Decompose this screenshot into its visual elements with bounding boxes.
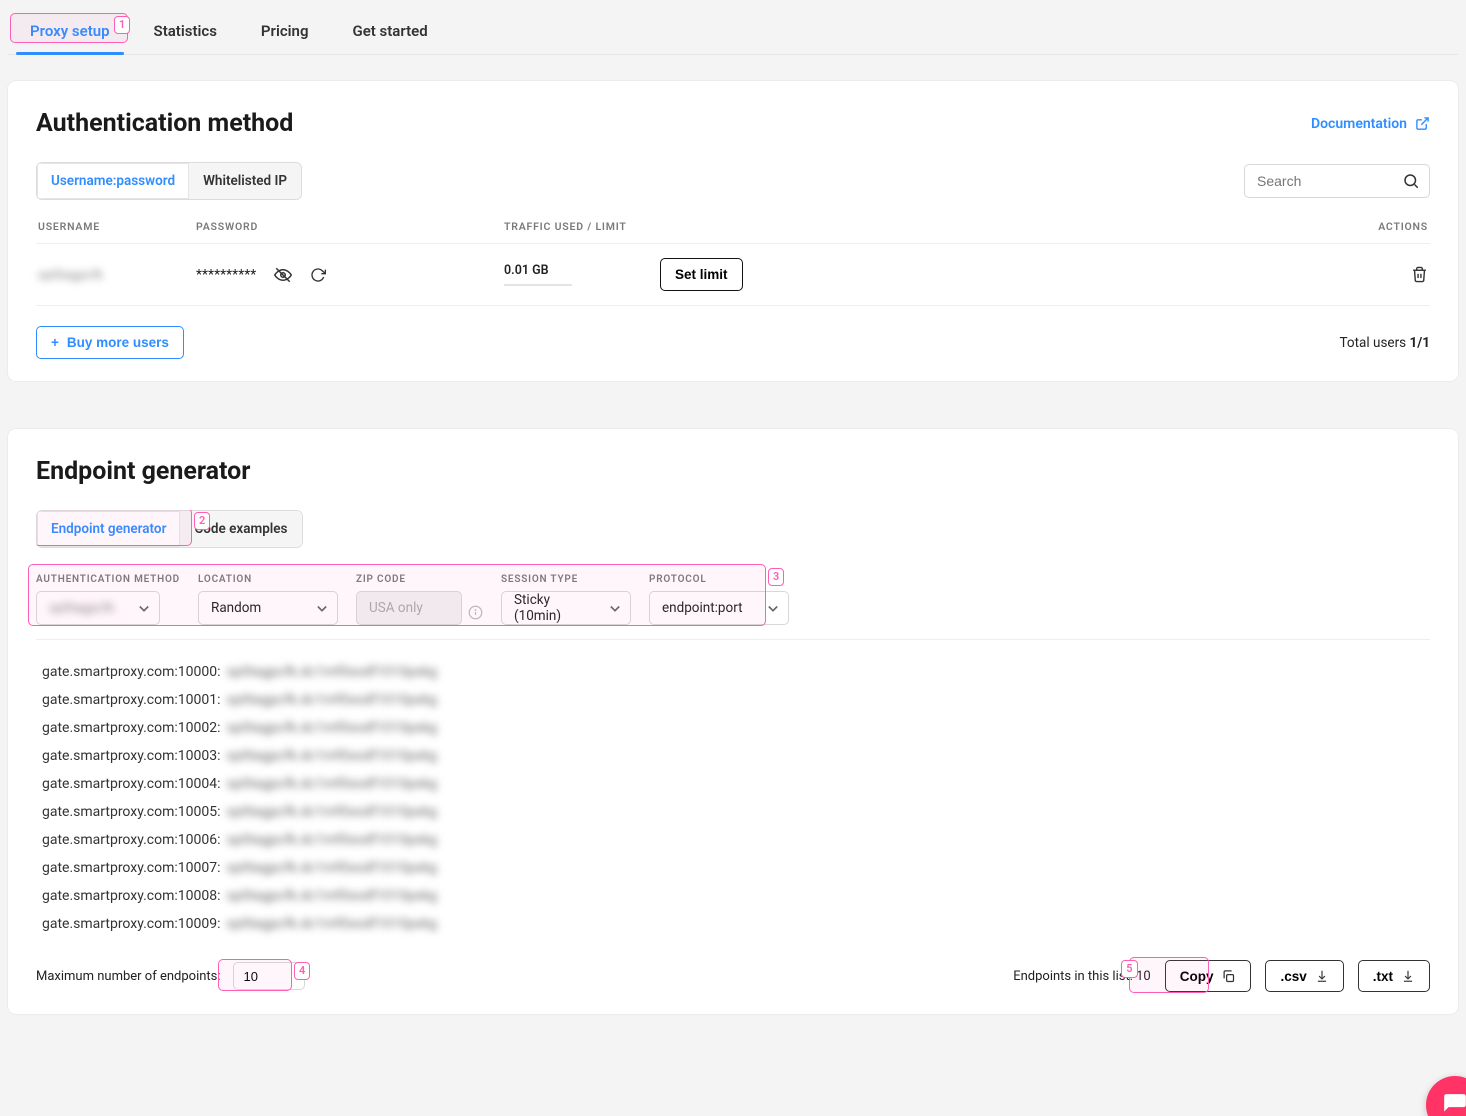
tab-get-started[interactable]: Get started [344,8,435,54]
endpoint-host: gate.smartproxy.com:10006: [42,832,221,848]
endpoint-row: gate.smartproxy.com:10004: sp0tagpcfk.dc1… [42,770,1424,798]
endpoint-row: gate.smartproxy.com:10007: sp0tagpcfk.dc1… [42,854,1424,882]
filter-location-select[interactable]: Random [198,591,338,625]
tab-pricing[interactable]: Pricing [253,8,317,54]
total-users: Total users 1/1 [1340,335,1430,351]
traffic-bar [504,284,572,286]
auth-title: Authentication method [36,109,293,138]
endpoint-credentials: sp0tagpcfk.dc1mf0xodf1010pxkg [227,832,438,848]
buy-more-users-button[interactable]: + Buy more users [36,326,184,359]
copy-icon [1221,969,1236,984]
main-nav: Proxy setup Statistics Pricing Get start… [8,8,1458,55]
annotation-3: 3 [768,568,784,586]
users-table-header: USERNAME PASSWORD TRAFFIC USED / LIMIT A… [36,200,1430,243]
endpoint-credentials: sp0tagpcfk.dc1mf0xodf1010pxkg [227,860,438,876]
username-value: sp0tagpcfk [38,268,103,283]
col-username: USERNAME [38,220,196,233]
endpoint-host: gate.smartproxy.com:10003: [42,748,221,764]
reveal-password-icon[interactable] [274,266,292,284]
download-icon [1315,969,1329,983]
set-limit-button[interactable]: Set limit [660,258,743,291]
filter-auth-select[interactable]: sp0tagpcfk [36,591,160,625]
download-icon [1401,969,1415,983]
endpoint-host: gate.smartproxy.com:10001: [42,692,221,708]
endpoint-host: gate.smartproxy.com:10007: [42,860,221,876]
endpoint-generator-card: Endpoint generator Endpoint generator Co… [8,429,1458,1014]
segment-whitelisted-ip[interactable]: Whitelisted IP [189,163,301,199]
filter-protocol-select[interactable]: endpoint:port [649,591,789,625]
search-icon [1402,172,1420,190]
annotation-1: 1 [114,16,130,34]
annotation-2: 2 [194,512,210,530]
endpoint-list: gate.smartproxy.com:10000: sp0tagpcfk.dc1… [36,640,1430,946]
regenerate-password-icon[interactable] [310,267,326,283]
chat-icon [1442,1092,1466,1116]
endpoint-credentials: sp0tagpcfk.dc1mf0xodf1010pxkg [227,748,438,764]
active-tab-indicator [16,52,124,55]
endpoint-row: gate.smartproxy.com:10005: sp0tagpcfk.dc1… [42,798,1424,826]
download-csv-button[interactable]: .csv [1265,960,1343,992]
password-masked: ********** [196,267,256,283]
filter-zip-label: ZIP CODE [356,574,483,585]
col-actions: ACTIONS [1348,220,1428,233]
filter-session-select[interactable]: Sticky (10min) [501,591,631,625]
max-endpoints-label: Maximum number of endpoints: [36,969,221,984]
generator-title: Endpoint generator [36,457,1430,486]
annotation-5: 5 [1121,960,1137,978]
endpoint-host: gate.smartproxy.com:10008: [42,888,221,904]
filter-zip-input: USA only [356,591,462,625]
filter-session-label: SESSION TYPE [501,574,631,585]
endpoint-row: gate.smartproxy.com:10009: sp0tagpcfk.dc1… [42,910,1424,938]
col-password: PASSWORD [196,220,504,233]
endpoint-credentials: sp0tagpcfk.dc1mf0xodf1010pxkg [227,888,438,904]
chevron-down-icon [139,605,149,613]
endpoint-credentials: sp0tagpcfk.dc1mf0xodf1010pxkg [227,776,438,792]
tab-statistics[interactable]: Statistics [146,8,225,54]
endpoint-credentials: sp0tagpcfk.dc1mf0xodf1010pxkg [227,804,438,820]
user-row: sp0tagpcfk ********** 0.01 GB Set limit [36,243,1430,306]
endpoint-row: gate.smartproxy.com:10003: sp0tagpcfk.dc1… [42,742,1424,770]
tab-endpoint-generator[interactable]: Endpoint generator [37,511,180,547]
endpoint-credentials: sp0tagpcfk.dc1mf0xodf1010pxkg [227,692,438,708]
chevron-down-icon [317,605,327,613]
col-traffic: TRAFFIC USED / LIMIT [504,220,1348,233]
endpoint-row: gate.smartproxy.com:10008: sp0tagpcfk.dc1… [42,882,1424,910]
endpoint-host: gate.smartproxy.com:10002: [42,720,221,736]
delete-user-icon[interactable] [1411,266,1428,283]
plus-icon: + [51,335,59,350]
auth-method-segmented: Username:password Whitelisted IP [36,162,302,200]
endpoint-credentials: sp0tagpcfk.dc1mf0xodf1010pxkg [227,664,438,680]
filter-location-label: LOCATION [198,574,338,585]
endpoint-row: gate.smartproxy.com:10000: sp0tagpcfk.dc1… [42,658,1424,686]
chevron-down-icon [610,605,620,613]
download-txt-button[interactable]: .txt [1358,960,1430,992]
auth-card: Authentication method Documentation User… [8,81,1458,381]
annotation-4: 4 [294,962,310,980]
info-icon[interactable] [468,605,483,620]
filter-auth-label: AUTHENTICATION METHOD [36,574,180,585]
external-link-icon [1415,116,1430,131]
endpoint-row: gate.smartproxy.com:10006: sp0tagpcfk.dc1… [42,826,1424,854]
endpoint-credentials: sp0tagpcfk.dc1mf0xodf1010pxkg [227,720,438,736]
copy-button[interactable]: Copy [1165,960,1252,992]
chevron-down-icon [768,605,778,613]
endpoint-row: gate.smartproxy.com:10002: sp0tagpcfk.dc1… [42,714,1424,742]
endpoint-host: gate.smartproxy.com:10005: [42,804,221,820]
tab-proxy-setup[interactable]: Proxy setup [22,8,118,54]
traffic-value: 0.01 GB [504,263,572,278]
endpoint-host: gate.smartproxy.com:10009: [42,916,221,932]
documentation-link[interactable]: Documentation [1311,116,1430,132]
endpoint-credentials: sp0tagpcfk.dc1mf0xodf1010pxkg [227,916,438,932]
endpoint-host: gate.smartproxy.com:10000: [42,664,221,680]
endpoint-row: gate.smartproxy.com:10001: sp0tagpcfk.dc1… [42,686,1424,714]
chat-fab[interactable] [1426,1076,1466,1116]
endpoint-host: gate.smartproxy.com:10004: [42,776,221,792]
segment-user-pass[interactable]: Username:password [37,163,189,199]
